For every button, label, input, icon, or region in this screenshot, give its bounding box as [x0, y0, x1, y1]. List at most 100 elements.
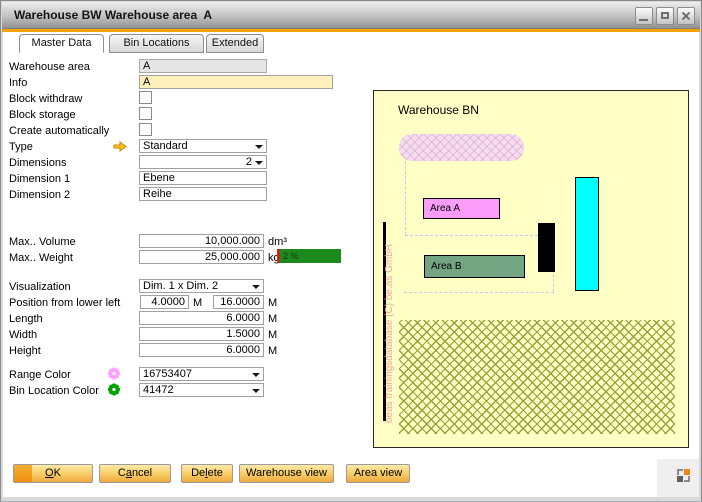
- area-view-button[interactable]: Area view: [346, 464, 410, 483]
- visualization-dropdown[interactable]: Dim. 1 x Dim. 2: [139, 279, 264, 293]
- maximize-icon: [661, 12, 669, 19]
- dimensions-value: 2: [246, 156, 252, 168]
- dimensions-dropdown[interactable]: 2: [139, 155, 267, 169]
- info-field[interactable]: A: [139, 75, 333, 89]
- warehouse-view-label: Warehouse view: [246, 467, 327, 479]
- area-view-label: Area view: [354, 467, 402, 479]
- warehouse-area-label: Warehouse area: [9, 60, 90, 74]
- cyan-block-shape[interactable]: [575, 177, 599, 291]
- block-withdraw-checkbox[interactable]: [139, 91, 152, 104]
- bin-location-color-flower-icon: [107, 383, 121, 396]
- range-color-label: Range Color: [9, 368, 71, 382]
- dimension1-field[interactable]: Ebene: [139, 171, 267, 185]
- warehouse-view-button[interactable]: Warehouse view: [239, 464, 334, 483]
- area-b-shape[interactable]: Area B: [424, 255, 525, 278]
- length-field[interactable]: 6.0000: [139, 311, 264, 325]
- resize-form-icon[interactable]: [677, 476, 683, 482]
- tab-bin-locations[interactable]: Bin Locations: [109, 34, 204, 53]
- max-volume-unit: dm³: [268, 235, 287, 249]
- dashed-connector: [404, 292, 554, 293]
- maximize-button[interactable]: [656, 7, 674, 25]
- ok-button[interactable]: OK: [13, 464, 93, 483]
- max-volume-field[interactable]: 10,000.000: [139, 234, 264, 248]
- tab-master-data[interactable]: Master Data: [19, 34, 104, 53]
- tab-label: Bin Locations: [123, 37, 189, 49]
- bin-location-color-dropdown[interactable]: 41472: [139, 383, 264, 397]
- minimize-icon: [639, 19, 648, 21]
- link-arrow-icon[interactable]: [113, 140, 127, 153]
- usage-bar-marker: [277, 249, 280, 263]
- cancel-label: C: [118, 467, 126, 479]
- warehouse-visualization-panel: Warehouse BN beas trainingsdatabase (C) …: [373, 90, 689, 448]
- dashed-connector: [405, 161, 406, 235]
- ok-label-rest: K: [54, 467, 61, 479]
- width-unit: M: [268, 328, 277, 342]
- max-volume-label: Max.. Volume: [9, 235, 76, 249]
- cancel-button[interactable]: Cancel: [99, 464, 171, 483]
- hatched-storage-zone[interactable]: [399, 320, 675, 434]
- dialog-window: Warehouse BW Warehouse area A Master Dat…: [0, 0, 702, 502]
- minimize-button[interactable]: [635, 7, 653, 25]
- position-label: Position from lower left: [9, 296, 120, 310]
- watermark-text: beas trainingsdatabase (C) be.as GmbH: [384, 255, 397, 423]
- tab-extended[interactable]: Extended: [206, 34, 264, 53]
- create-automatically-label: Create automatically: [9, 124, 109, 138]
- position-x-unit: M: [193, 296, 202, 310]
- height-field[interactable]: 6.0000: [139, 343, 264, 357]
- usage-percent: 2 %: [283, 251, 299, 261]
- type-dropdown[interactable]: Standard: [139, 139, 267, 153]
- area-a-shape[interactable]: Area A: [423, 198, 500, 219]
- visualization-label: Visualization: [9, 280, 71, 294]
- block-storage-label: Block storage: [9, 108, 76, 122]
- window-title: Warehouse BW Warehouse area A: [14, 8, 212, 22]
- length-unit: M: [268, 312, 277, 326]
- cancel-label-rest: ncel: [132, 467, 152, 479]
- type-value: Standard: [143, 140, 188, 152]
- height-unit: M: [268, 344, 277, 358]
- range-color-dropdown[interactable]: 16753407: [139, 367, 264, 381]
- max-weight-label: Max.. Weight: [9, 251, 73, 265]
- info-label: Info: [9, 76, 27, 90]
- ok-label: O: [45, 467, 54, 479]
- chevron-down-icon: [252, 389, 260, 393]
- delete-label-rest: ete: [208, 467, 223, 479]
- black-block-shape[interactable]: [538, 223, 555, 272]
- title-bar[interactable]: Warehouse BW Warehouse area A: [2, 2, 700, 29]
- dimension2-field[interactable]: Reihe: [139, 187, 267, 201]
- chevron-down-icon: [255, 161, 263, 165]
- capacity-usage-bar: 2 %: [277, 249, 341, 263]
- chevron-down-icon: [252, 373, 260, 377]
- position-x-field[interactable]: 4.0000: [140, 295, 189, 309]
- area-b-label: Area B: [431, 261, 462, 272]
- ok-default-indicator: [14, 465, 32, 482]
- tab-label: Master Data: [32, 37, 92, 49]
- delete-button[interactable]: Delete: [181, 464, 233, 483]
- dimension2-label: Dimension 2: [9, 188, 70, 202]
- visualization-value: Dim. 1 x Dim. 2: [143, 280, 218, 292]
- warehouse-name: Warehouse BN: [398, 103, 479, 117]
- position-y-field[interactable]: 16.0000: [213, 295, 264, 309]
- chevron-down-icon: [252, 285, 260, 289]
- width-field[interactable]: 1.5000: [139, 327, 264, 341]
- resize-form-icon[interactable]: [677, 469, 683, 475]
- resize-form-icon[interactable]: [684, 476, 690, 482]
- height-label: Height: [9, 344, 41, 358]
- area-a-label: Area A: [430, 203, 460, 214]
- range-color-value: 16753407: [143, 368, 192, 380]
- status-corner: [657, 459, 699, 497]
- dimensions-label: Dimensions: [9, 156, 66, 170]
- range-color-flower-icon: [107, 367, 121, 380]
- create-automatically-checkbox[interactable]: [139, 123, 152, 136]
- block-storage-checkbox[interactable]: [139, 107, 152, 120]
- range-zone-shape[interactable]: [399, 134, 524, 161]
- type-label: Type: [9, 140, 33, 154]
- delete-label: De: [191, 467, 205, 479]
- close-button[interactable]: [677, 7, 695, 25]
- bin-location-color-label: Bin Location Color: [9, 384, 99, 398]
- tab-label: Extended: [212, 37, 258, 49]
- resize-form-icon[interactable]: [684, 469, 690, 475]
- warehouse-area-field: A: [139, 59, 267, 73]
- dashed-connector: [405, 235, 553, 236]
- max-weight-field[interactable]: 25,000.000: [139, 250, 264, 264]
- bin-location-color-value: 41472: [143, 384, 174, 396]
